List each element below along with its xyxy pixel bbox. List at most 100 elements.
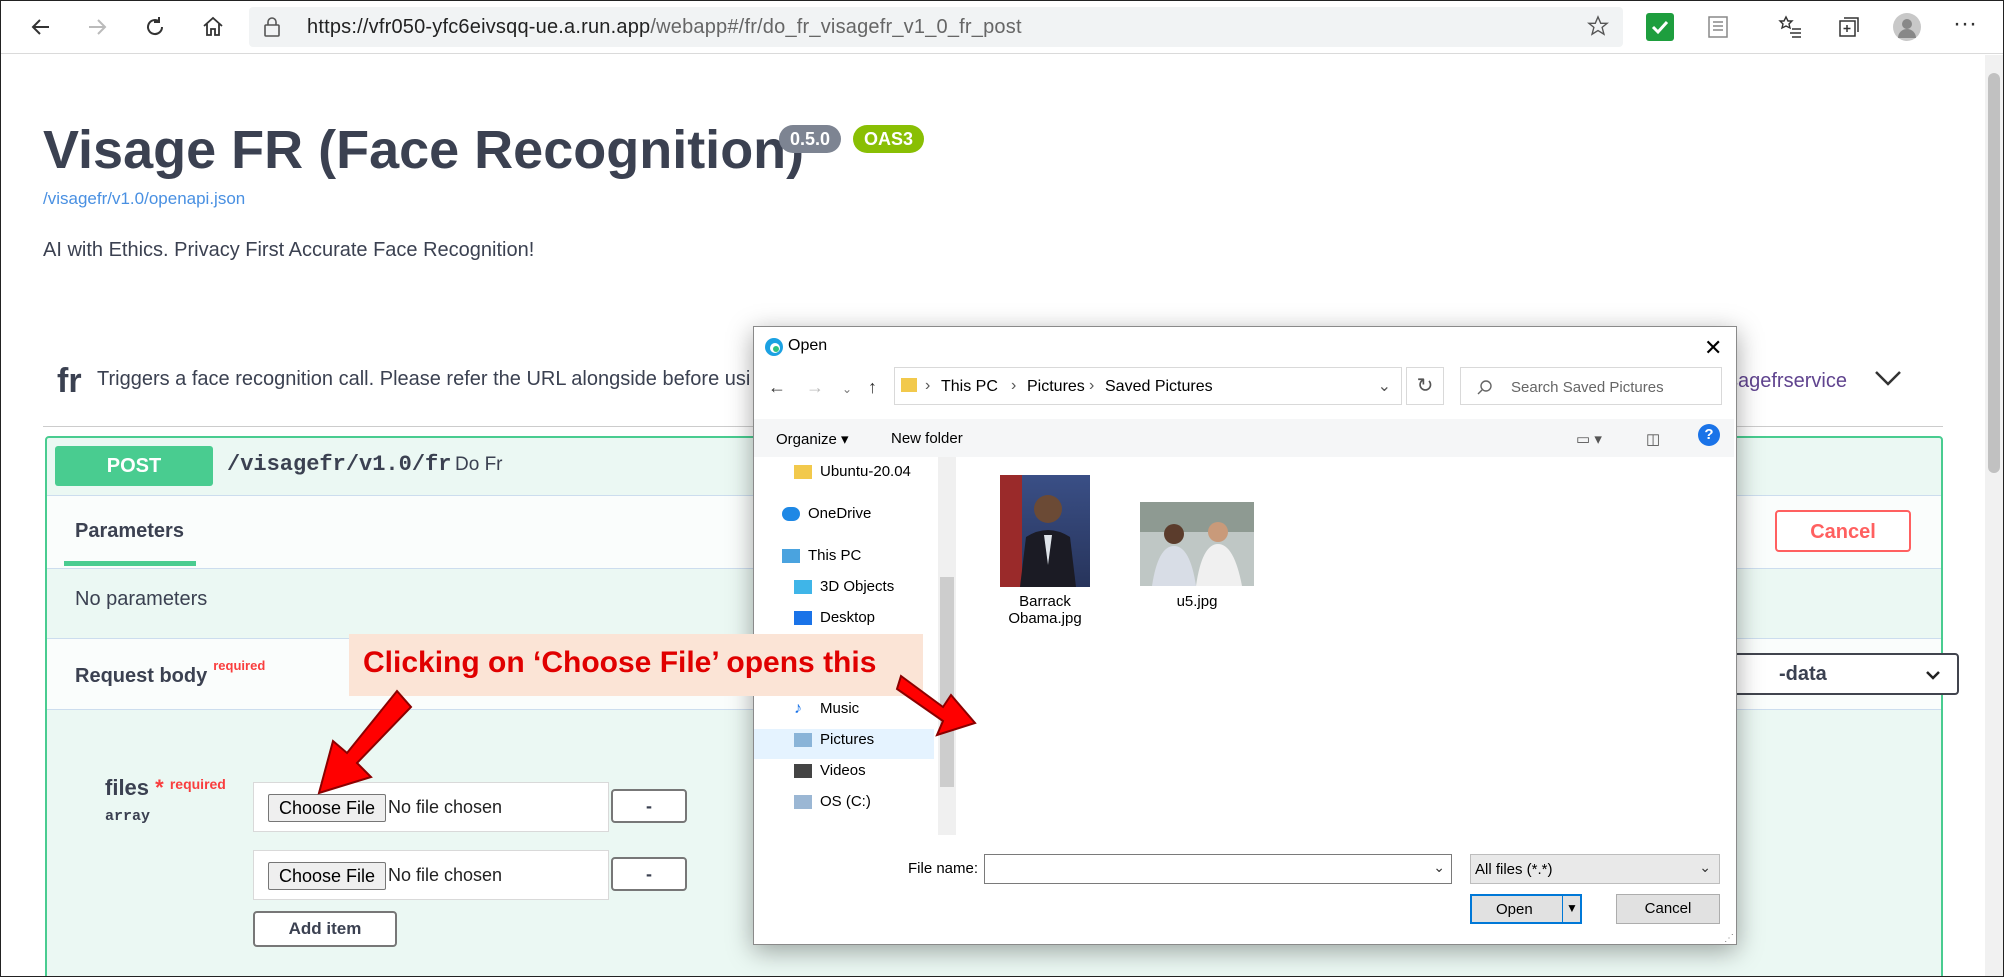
version-badge: 0.5.0	[779, 125, 842, 153]
callout-text: Clicking on ‘Choose File’ opens this	[363, 646, 877, 679]
annotation-callout: Clicking on ‘Choose File’ opens this	[349, 634, 923, 696]
choose-file-button[interactable]: Choose File	[268, 794, 387, 822]
tree-scrollbar-thumb[interactable]	[940, 577, 954, 787]
drive-icon	[794, 795, 812, 810]
file-thumbnail-u5[interactable]	[1140, 502, 1254, 586]
dialog-cancel-button[interactable]: Cancel	[1616, 894, 1720, 924]
forward-icon[interactable]	[81, 11, 113, 43]
required-marker: required	[213, 658, 266, 673]
breadcrumb-separator: ›	[1011, 377, 1017, 394]
operation-summary: Do Fr	[455, 454, 503, 475]
file-name-field-label: File name:	[908, 860, 979, 877]
music-icon: ♪	[794, 700, 802, 718]
tree-item[interactable]: Pictures	[794, 731, 874, 761]
file-type-value: All files (*.*)	[1475, 861, 1553, 878]
file-status: No file chosen	[388, 797, 503, 817]
choose-file-button[interactable]: Choose File	[268, 862, 387, 890]
file-input-row: Choose File No file chosen	[253, 850, 609, 900]
tree-item[interactable]: Ubuntu-20.04	[794, 463, 911, 493]
tree-item[interactable]: 3D Objects	[794, 578, 894, 608]
page-title: Visage FR (Face Recognition)	[43, 120, 805, 180]
favorite-star-icon[interactable]	[1586, 15, 1610, 42]
new-folder-button[interactable]: New folder	[891, 430, 963, 447]
open-dropdown-icon[interactable]: ▼	[1566, 901, 1578, 915]
view-options-icon[interactable]: ▭ ▾	[1576, 430, 1602, 448]
operation-path[interactable]: /visagefr/v1.0/fr	[227, 452, 451, 477]
screenshot-frame: https://vfr050-yfc6eivsqq-ue.a.run.app/w…	[0, 0, 2004, 977]
remove-item-button[interactable]: -	[611, 857, 687, 891]
tree-item[interactable]: ♪ Music	[794, 700, 859, 730]
api-description: AI with Ethics. Privacy First Accurate F…	[43, 239, 535, 261]
address-bar[interactable]: https://vfr050-yfc6eivsqq-ue.a.run.app/w…	[249, 7, 1623, 47]
up-folder-icon[interactable]: ↑	[868, 377, 877, 398]
open-button[interactable]: Open ▼	[1470, 894, 1582, 924]
profile-avatar[interactable]	[1893, 13, 1921, 41]
remove-item-button[interactable]: -	[611, 789, 687, 823]
file-thumbnail-obama[interactable]	[1000, 475, 1090, 587]
organize-menu[interactable]: Organize ▾	[776, 430, 849, 448]
file-input-row: Choose File No file chosen	[253, 782, 609, 832]
breadcrumb-separator: ›	[925, 377, 931, 394]
preview-pane-icon[interactable]: ◫	[1646, 430, 1660, 448]
recent-locations-chevron-icon[interactable]: ⌄	[842, 382, 852, 396]
tag-external-link[interactable]: sagefrservice	[1728, 370, 1847, 393]
required-star: *	[155, 775, 164, 800]
files-name: files	[105, 775, 150, 800]
computer-icon	[782, 549, 800, 564]
breadcrumb-item[interactable]: Saved Pictures	[1105, 378, 1213, 396]
cancel-try-button[interactable]: Cancel	[1775, 510, 1911, 552]
tab-parameters[interactable]: Parameters	[75, 520, 184, 543]
no-parameters-text: No parameters	[75, 588, 208, 610]
chevron-down-icon[interactable]	[1873, 368, 1903, 393]
content-type-value: -data	[1779, 663, 1827, 685]
chevron-down-icon[interactable]: ⌄	[1433, 859, 1445, 876]
tree-item[interactable]: This PC	[782, 547, 861, 577]
refresh-icon[interactable]: ↻	[1406, 367, 1444, 405]
page-scrollbar[interactable]	[1985, 55, 2003, 976]
resize-grip-icon[interactable]: ⋰	[1724, 933, 1734, 944]
oas-badge: OAS3	[853, 125, 925, 153]
breadcrumb-item[interactable]: Pictures	[1027, 378, 1085, 396]
url-host: https://vfr050-yfc6eivsqq-ue.a.run.app	[307, 16, 651, 38]
url-path: /webapp#/fr/do_fr_visagefr_v1_0_fr_post	[650, 16, 1022, 38]
chevron-down-icon[interactable]: ⌄	[1378, 376, 1391, 396]
dialog-back-icon[interactable]: ←	[768, 377, 786, 398]
file-name-input[interactable]: ⌄	[984, 854, 1452, 884]
browser-toolbar: https://vfr050-yfc6eivsqq-ue.a.run.app/w…	[1, 1, 2003, 54]
favorites-list-icon[interactable]	[1777, 13, 1805, 41]
tree-item[interactable]: OneDrive	[782, 505, 871, 535]
reader-view-icon[interactable]	[1704, 13, 1732, 41]
tree-item[interactable]: Videos	[794, 762, 866, 792]
extension-check-icon[interactable]	[1646, 13, 1674, 41]
tag-description: Triggers a face recognition call. Please…	[97, 368, 751, 390]
dialog-command-bar: Organize ▾ New folder ▭ ▾ ◫	[754, 419, 1734, 457]
dialog-forward-icon[interactable]: →	[806, 377, 824, 398]
file-name-label[interactable]: u5.jpg	[1132, 593, 1262, 610]
scrollbar-thumb[interactable]	[1988, 73, 2000, 473]
method-badge[interactable]: POST	[55, 446, 213, 486]
close-icon[interactable]: ✕	[1704, 335, 1722, 361]
tree-item[interactable]: OS (C:)	[794, 793, 871, 823]
breadcrumb-separator: ›	[1089, 377, 1095, 394]
add-item-button[interactable]: Add item	[253, 911, 397, 947]
breadcrumb[interactable]: › This PC › Pictures › Saved Pictures ⌄	[894, 367, 1402, 405]
home-icon[interactable]	[197, 11, 229, 43]
search-placeholder: Search Saved Pictures	[1511, 379, 1664, 396]
folder-icon	[794, 465, 812, 480]
more-menu-icon[interactable]: ···	[1953, 12, 1981, 41]
search-input[interactable]: Search Saved Pictures	[1460, 367, 1722, 405]
back-icon[interactable]	[25, 11, 57, 43]
files-field-label: files * required	[105, 775, 226, 801]
help-icon[interactable]: ?	[1698, 424, 1720, 446]
spec-link[interactable]: /visagefr/v1.0/openapi.json	[43, 189, 245, 209]
request-body-text: Request body	[75, 665, 208, 687]
edge-browser-icon	[764, 337, 784, 362]
breadcrumb-item[interactable]: This PC	[941, 378, 998, 396]
collections-icon[interactable]	[1835, 13, 1863, 41]
refresh-icon[interactable]	[139, 11, 171, 43]
split-divider	[1562, 896, 1563, 922]
file-status: No file chosen	[388, 865, 503, 885]
file-type-select[interactable]: All files (*.*) ⌄	[1470, 854, 1720, 884]
dialog-title: Open	[788, 337, 828, 354]
file-name-label[interactable]: Barrack Obama.jpg	[980, 593, 1110, 627]
